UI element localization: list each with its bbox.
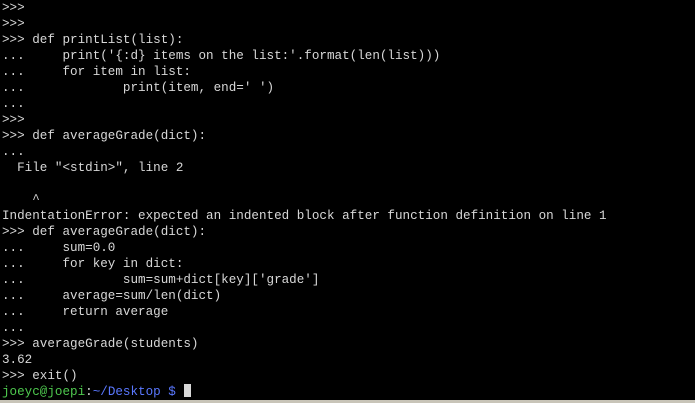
terminal-line: IndentationError: expected an indented b… (2, 209, 607, 223)
terminal-line: ... print(item, end=' ') (2, 81, 275, 95)
terminal-line: 3.62 (2, 353, 33, 367)
terminal-line: ... (2, 145, 25, 159)
terminal-line: ... return average (2, 305, 169, 319)
terminal-line: ... (2, 321, 25, 335)
terminal-line: >>> (2, 17, 25, 31)
terminal-line: >>> (2, 1, 25, 15)
terminal-line: ... for item in list: (2, 65, 191, 79)
terminal-line: ... (2, 97, 25, 111)
terminal-line: >>> averageGrade(students) (2, 337, 199, 351)
terminal-line: >>> def averageGrade(dict): (2, 129, 207, 143)
terminal-line: ... average=sum/len(dict) (2, 289, 222, 303)
terminal-window[interactable]: >>> >>> >>> def printList(list): ... pri… (0, 0, 695, 403)
terminal-line: ... sum=0.0 (2, 241, 116, 255)
terminal-line: >>> (2, 113, 25, 127)
terminal-output: >>> >>> >>> def printList(list): ... pri… (2, 0, 695, 384)
terminal-line: >>> def printList(list): (2, 33, 184, 47)
terminal-line: ... print('{:d} items on the list:'.form… (2, 49, 441, 63)
prompt-user-host: joeyc@joepi (2, 385, 86, 399)
text-cursor (184, 384, 192, 397)
terminal-line: >>> exit() (2, 369, 78, 383)
terminal-line: >>> def averageGrade(dict): (2, 225, 207, 239)
terminal-line: ^ (2, 193, 40, 207)
prompt-symbol: $ (168, 385, 176, 399)
prompt-separator: : (85, 385, 93, 399)
terminal-line: ... sum=sum+dict[key]['grade'] (2, 273, 320, 287)
prompt-path: ~/Desktop (92, 385, 161, 399)
shell-prompt[interactable]: joeyc@joepi:~/Desktop $ (2, 384, 695, 400)
terminal-line: File "<stdin>", line 2 (2, 161, 184, 175)
terminal-line: ... for key in dict: (2, 257, 184, 271)
